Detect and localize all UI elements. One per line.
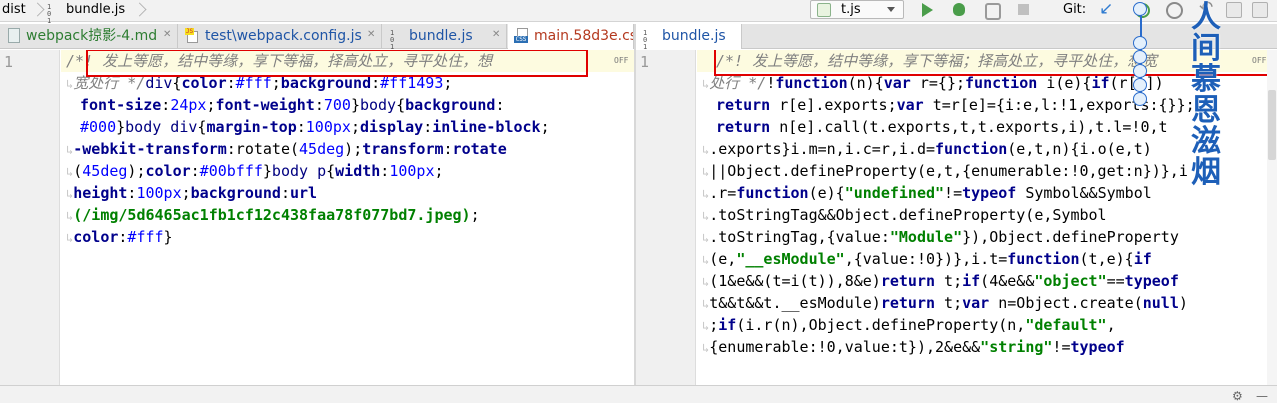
code-line: ↳(45deg);color:#00bfff}body p{width:100p… bbox=[66, 162, 444, 180]
tab-label: test\webpack.config.js bbox=[205, 28, 362, 44]
overlay-circle bbox=[1133, 64, 1147, 78]
overlay-circle bbox=[1133, 50, 1147, 64]
project-structure-icon[interactable] bbox=[1226, 2, 1242, 18]
code-line: ↳.toStringTag&&Object.defineProperty(e,S… bbox=[702, 206, 1107, 224]
code-line: ↳(/img/5d6465ac1fb1cf12c438faa78f077bd7.… bbox=[66, 206, 480, 224]
git-history-icon[interactable] bbox=[1162, 0, 1184, 20]
binary-file-icon: 1 0 10 1 0 bbox=[643, 29, 648, 72]
run-configuration-label: t.js bbox=[841, 2, 861, 17]
tab-bundle-js[interactable]: 1 0 10 1 0 bundle.js ✕ bbox=[383, 24, 507, 72]
line-number: 1 bbox=[640, 53, 650, 71]
git-update-icon[interactable] bbox=[1096, 0, 1118, 20]
tab-label: bundle.js bbox=[662, 28, 726, 44]
line-gutter: 1 bbox=[636, 50, 696, 385]
run-configuration-select[interactable]: t.js bbox=[810, 0, 904, 19]
tab-label: main.58d3e.css bbox=[534, 28, 634, 44]
close-icon[interactable]: ✕ bbox=[367, 30, 377, 40]
chevron-down-icon bbox=[887, 7, 895, 12]
tab-main-css[interactable]: CSS main.58d3e.css bbox=[508, 24, 634, 49]
code-line: ↳{enumerable:!0,value:t}),2&e&&"string"!… bbox=[702, 338, 1125, 356]
overlay-circle bbox=[1133, 92, 1147, 106]
breadcrumb-separator bbox=[32, 0, 40, 22]
right-editor-tabbar: 1 0 10 1 0 bundle.js bbox=[636, 24, 1277, 72]
nodejs-icon bbox=[817, 3, 831, 17]
breadcrumb-root[interactable]: dist bbox=[2, 0, 26, 22]
tab-bundle-js-right[interactable]: 1 0 10 1 0 bundle.js bbox=[636, 24, 742, 72]
run-icon[interactable] bbox=[916, 0, 938, 20]
code-line: ↳t&&t&&t.__esModule)return t;var n=Objec… bbox=[702, 294, 1188, 312]
binary-file-icon: 1 0 10 1 0 bbox=[390, 29, 395, 72]
right-editor[interactable]: 1 OFF /*! 发上等愿，结中等缘，享下等福；择高处立，寻平处住，想宽 ↳处… bbox=[636, 50, 1277, 385]
left-editor-tabbar: webpack掠影-4.md ✕ JS test\webpack.config.… bbox=[0, 24, 634, 72]
css-file-icon: CSS bbox=[514, 28, 530, 44]
close-icon[interactable]: ✕ bbox=[163, 30, 173, 40]
overlay-circle bbox=[1133, 2, 1147, 16]
code-line: ↳.toStringTag,{value:"Module"}),Object.d… bbox=[702, 228, 1179, 246]
left-editor[interactable]: 1 OFF /*! 发上等愿，结中等缘，享下等福，择高处立，寻平处住，想 ↳宽处… bbox=[0, 50, 634, 385]
breadcrumb-separator bbox=[134, 0, 142, 22]
bottom-bar bbox=[0, 385, 1277, 403]
highlight-annotation-box bbox=[86, 50, 588, 77]
code-line: return r[e].exports;var t=r[e]={i:e,l:!1… bbox=[716, 96, 1195, 114]
gear-icon[interactable]: ⚙ bbox=[1232, 389, 1243, 403]
stop-icon[interactable] bbox=[1012, 0, 1034, 20]
code-line: ↳.exports}i.m=n,i.c=r,i.d=function(e,t,n… bbox=[702, 140, 1152, 158]
code-line: ↳color:#fff} bbox=[66, 228, 173, 246]
tab-label: webpack掠影-4.md bbox=[26, 28, 158, 44]
scrollbar-thumb[interactable] bbox=[1268, 90, 1276, 160]
line-gutter: 1 bbox=[0, 50, 60, 385]
javascript-file-icon: JS bbox=[185, 28, 201, 44]
code-line: ↳(e,"__esModule",{value:!0})},i.t=functi… bbox=[702, 250, 1152, 268]
tab-webpack-md[interactable]: webpack掠影-4.md ✕ bbox=[0, 24, 178, 49]
binary-file-icon: 1 0 10 1 0 bbox=[47, 3, 52, 46]
breadcrumb-file[interactable]: bundle.js bbox=[66, 0, 125, 22]
code-line: #000}body div{margin-top:100px;display:i… bbox=[80, 118, 550, 136]
coverage-icon[interactable] bbox=[980, 0, 1002, 20]
debug-icon[interactable] bbox=[948, 0, 970, 20]
tab-label: bundle.js bbox=[409, 28, 473, 44]
collapse-icon[interactable]: — bbox=[1256, 389, 1268, 403]
overlay-circle bbox=[1133, 78, 1147, 92]
code-line: return n[e].call(t.exports,t,t.exports,i… bbox=[716, 118, 1168, 136]
code-line: ↳||Object.defineProperty(e,t,{enumerable… bbox=[702, 162, 1188, 180]
code-line: ↳(1&e&&(t=i(t)),8&e)return t;if(4&e&&"ob… bbox=[702, 272, 1179, 290]
markdown-file-icon bbox=[6, 28, 22, 44]
git-label: Git: bbox=[1063, 2, 1087, 17]
vertical-scrollbar[interactable] bbox=[1267, 50, 1277, 385]
search-everywhere-icon[interactable] bbox=[1252, 2, 1268, 18]
code-line: ↳.r=function(e){"undefined"!=typeof Symb… bbox=[702, 184, 1152, 202]
line-number: 1 bbox=[4, 53, 14, 71]
navigation-bar: dist 1 0 10 1 0 bundle.js t.js Git: bbox=[0, 0, 1277, 46]
close-icon[interactable]: ✕ bbox=[492, 30, 502, 40]
overlay-circle bbox=[1133, 36, 1147, 50]
code-line: font-size:24px;font-weight:700}body{back… bbox=[80, 96, 505, 114]
overlay-vertical-text: 人间慕恩滋烟 bbox=[1191, 0, 1221, 190]
tab-webpack-config[interactable]: JS test\webpack.config.js ✕ bbox=[179, 24, 382, 49]
code-line: ↳-webkit-transform:rotate(45deg);transfo… bbox=[66, 140, 507, 158]
code-line: ↳height:100px;background:url bbox=[66, 184, 318, 202]
code-line: ↳;if(i.r(n),Object.defineProperty(n,"def… bbox=[702, 316, 1116, 334]
inspection-off-label: OFF bbox=[614, 56, 629, 65]
